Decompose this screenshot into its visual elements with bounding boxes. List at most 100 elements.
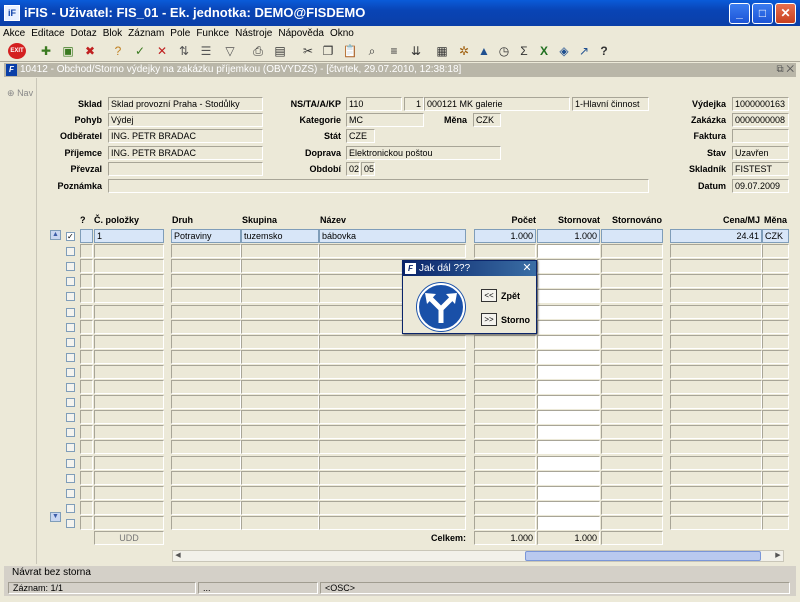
row-indicator[interactable] bbox=[80, 289, 93, 304]
row-indicator[interactable] bbox=[80, 349, 93, 364]
menu-blok[interactable]: Blok bbox=[100, 26, 125, 41]
row-indicator[interactable] bbox=[80, 515, 93, 530]
minimize-icon[interactable]: _ bbox=[729, 3, 750, 24]
cell-druh[interactable] bbox=[171, 364, 241, 379]
row-indicator[interactable] bbox=[80, 229, 93, 243]
cell-stornovano[interactable] bbox=[601, 515, 663, 530]
cell-nazev[interactable] bbox=[319, 334, 466, 349]
cell-druh[interactable] bbox=[171, 500, 241, 515]
filter-icon[interactable]: ▽ bbox=[222, 43, 238, 59]
cell-cena[interactable] bbox=[670, 289, 762, 304]
scroll-left-icon[interactable]: ◀ bbox=[173, 551, 183, 561]
cell-mena[interactable] bbox=[762, 289, 789, 304]
cell-druh[interactable] bbox=[171, 319, 241, 334]
row-indicator[interactable] bbox=[80, 304, 93, 319]
cell-polozka[interactable] bbox=[94, 319, 164, 334]
cell-stornovat[interactable] bbox=[537, 304, 600, 319]
row-indicator[interactable] bbox=[80, 319, 93, 334]
row-checkbox[interactable] bbox=[66, 277, 75, 287]
cell-druh[interactable] bbox=[171, 470, 241, 485]
menu-zaznam[interactable]: Záznam bbox=[125, 26, 167, 41]
row-checkbox[interactable] bbox=[66, 352, 75, 362]
paste-icon[interactable]: 📋 bbox=[342, 43, 358, 59]
dialog-close-icon[interactable]: ✕ bbox=[521, 262, 533, 274]
cell-skupina[interactable] bbox=[241, 244, 319, 259]
cell-druh[interactable] bbox=[171, 244, 241, 259]
cell-mena[interactable] bbox=[762, 470, 789, 485]
cell-cena[interactable] bbox=[670, 364, 762, 379]
settings-icon[interactable]: ✲ bbox=[456, 43, 472, 59]
print-icon[interactable]: ⎙ bbox=[250, 43, 266, 59]
cell-skupina[interactable] bbox=[241, 349, 319, 364]
pohyb-field[interactable]: Výdej bbox=[108, 113, 263, 127]
menu-funkce[interactable]: Funkce bbox=[193, 26, 232, 41]
row-indicator[interactable] bbox=[80, 440, 93, 455]
cell-skupina[interactable] bbox=[241, 500, 319, 515]
cell-polozka[interactable] bbox=[94, 500, 164, 515]
cell-nazev[interactable] bbox=[319, 364, 466, 379]
cell-skupina[interactable] bbox=[241, 395, 319, 410]
cell-nazev[interactable] bbox=[319, 440, 466, 455]
cell-cena[interactable] bbox=[670, 380, 762, 394]
cell-mena[interactable] bbox=[762, 485, 789, 500]
cell-druh[interactable] bbox=[171, 425, 241, 440]
cell-polozka[interactable] bbox=[94, 304, 164, 319]
kp-field[interactable]: 1-Hlavní činnost bbox=[572, 97, 649, 111]
scroll-up-icon[interactable]: ▲ bbox=[50, 230, 61, 240]
maximize-icon[interactable]: □ bbox=[752, 3, 773, 24]
cell-druh[interactable] bbox=[171, 334, 241, 349]
cell-stornovat[interactable] bbox=[537, 440, 600, 455]
cell-pocet[interactable] bbox=[474, 500, 536, 515]
cell-nazev[interactable]: bábovka bbox=[319, 229, 466, 243]
row-checkbox[interactable] bbox=[66, 337, 75, 347]
print-preview-icon[interactable]: ▤ bbox=[272, 43, 288, 59]
find-icon[interactable]: ⌕ bbox=[364, 43, 380, 59]
kategorie-field[interactable]: MC bbox=[346, 113, 424, 127]
row-indicator[interactable] bbox=[80, 455, 93, 470]
cell-nazev[interactable] bbox=[319, 515, 466, 530]
cell-druh[interactable] bbox=[171, 289, 241, 304]
row-checkbox[interactable] bbox=[66, 488, 75, 498]
menu-napoveda[interactable]: Nápověda bbox=[275, 26, 327, 41]
cell-pocet[interactable] bbox=[474, 455, 536, 470]
cell-mena[interactable] bbox=[762, 500, 789, 515]
enter-query-icon[interactable]: ? bbox=[110, 43, 126, 59]
cell-pocet[interactable] bbox=[474, 515, 536, 530]
row-checkbox[interactable] bbox=[66, 262, 75, 272]
cell-stornovat[interactable] bbox=[537, 349, 600, 364]
sum-icon[interactable]: Σ bbox=[516, 43, 532, 59]
cell-stornovano[interactable] bbox=[601, 410, 663, 425]
clock-icon[interactable]: ◷ bbox=[496, 43, 512, 59]
cell-mena[interactable] bbox=[762, 319, 789, 334]
cell-pocet[interactable]: 1.000 bbox=[474, 229, 536, 243]
cell-stornovano[interactable] bbox=[601, 289, 663, 304]
row-checkbox[interactable] bbox=[66, 458, 75, 468]
ta-field[interactable]: 1 bbox=[404, 97, 424, 111]
datum-field[interactable]: 09.07.2009 bbox=[732, 179, 789, 193]
cell-stornovano[interactable] bbox=[601, 274, 663, 289]
cell-stornovano[interactable] bbox=[601, 259, 663, 274]
cell-stornovano[interactable] bbox=[601, 470, 663, 485]
row-checkbox[interactable] bbox=[66, 503, 75, 513]
cell-mena[interactable] bbox=[762, 395, 789, 410]
nav-button[interactable]: ⊕ Nav bbox=[7, 88, 33, 99]
menu-nastroje[interactable]: Nástroje bbox=[232, 26, 275, 41]
cell-skupina[interactable] bbox=[241, 485, 319, 500]
cell-pocet[interactable] bbox=[474, 380, 536, 394]
cell-mena[interactable] bbox=[762, 410, 789, 425]
zpet-button[interactable]: << bbox=[481, 289, 497, 302]
cell-polozka[interactable] bbox=[94, 470, 164, 485]
odberatel-field[interactable]: ING. PETR BRADAC bbox=[108, 129, 263, 143]
cell-skupina[interactable] bbox=[241, 425, 319, 440]
cell-polozka[interactable] bbox=[94, 440, 164, 455]
execute-query-icon[interactable]: ✓ bbox=[132, 43, 148, 59]
cell-stornovat[interactable] bbox=[537, 485, 600, 500]
cell-stornovat[interactable] bbox=[537, 319, 600, 334]
row-indicator[interactable] bbox=[80, 380, 93, 394]
scroll-thumb[interactable] bbox=[525, 551, 761, 561]
cell-stornovat[interactable] bbox=[537, 470, 600, 485]
cell-cena[interactable] bbox=[670, 410, 762, 425]
cell-druh[interactable] bbox=[171, 455, 241, 470]
cell-stornovano[interactable] bbox=[601, 485, 663, 500]
cell-cena[interactable] bbox=[670, 274, 762, 289]
